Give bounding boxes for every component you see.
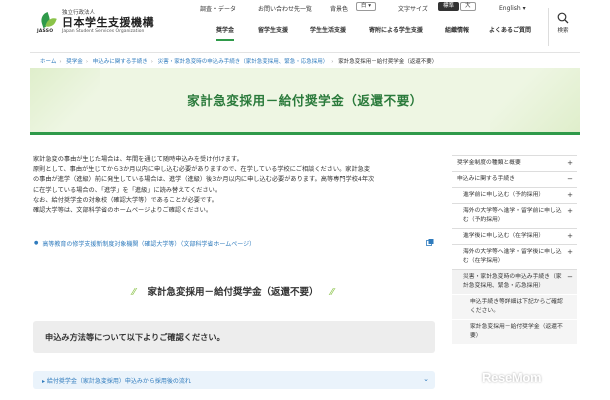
search-icon (557, 12, 569, 24)
nav-donation[interactable]: 寄附による学生支援 (369, 25, 423, 34)
main-content: 家計急変の事由が生じた場合は、年間を通じて随時申込みを受け付けます。 原則として… (33, 155, 433, 216)
nav-scholarship[interactable]: 奨学金 (216, 25, 235, 41)
text-size-label: 文字サイズ (398, 5, 428, 13)
global-nav: 奨学金 留学生支援 学生生活支援 寄附による学生支援 組織情報 よくあるご質問 (180, 25, 540, 41)
sidebar-item-overview[interactable]: 奨学金制度の種類と概要 + (452, 155, 577, 171)
breadcrumb-disaster[interactable]: 災害・家計急変時の申込み手続き（家計急変採用、緊急・応急採用） (158, 59, 329, 65)
org-name-en: Japan Student Services Organization (62, 29, 145, 34)
external-link-icon (426, 239, 434, 246)
section-heading: ⁄⁄ 家計急変採用－給付奨学金（返還不要） ⁄⁄ (132, 287, 334, 298)
slash-decoration-icon: ⁄⁄ (330, 287, 334, 298)
page-title-band: 家計急変採用－給付奨学金（返還不要） (30, 68, 580, 132)
breadcrumb-home[interactable]: ホーム (40, 59, 56, 65)
header-divider (548, 8, 549, 46)
breadcrumb: ホーム › 奨学金 › 申込みに関する手続き › 災害・家計急変時の申込み手続き（家計… (40, 59, 438, 65)
sidebar-item-enrolled[interactable]: 進学後に申し込む（在学採用） + (452, 228, 577, 244)
flow-accordion[interactable]: ▸ 給付奨学金（家計急変採用）申込みから採用後の流れ ⌄ (33, 371, 435, 389)
intro-text: 家計急変の事由が生じた場合は、年間を通じて随時申込みを受け付けます。 原則として… (33, 156, 375, 215)
nav-student-life[interactable]: 学生生活支援 (310, 25, 346, 34)
text-size-large-button[interactable]: 大 (460, 2, 476, 11)
collapse-icon[interactable]: − (567, 175, 573, 184)
chevron-down-icon: ⌄ (423, 375, 429, 383)
page-title: 家計急変採用－給付奨学金（返還不要） (187, 93, 423, 108)
text-size-standard-button[interactable]: 標準 (438, 2, 460, 11)
sidebar-item-reservation[interactable]: 進学前に申し込む（予約採用） + (452, 187, 577, 203)
sidebar-item-overseas-enrolled[interactable]: 海外の大学等へ進学・留学後に申し込む（在学採用） + (452, 244, 577, 269)
header-divider-line (30, 52, 580, 53)
nav-faq[interactable]: よくあるご質問 (489, 25, 531, 34)
expand-icon[interactable]: + (567, 191, 573, 200)
breadcrumb-scholarship[interactable]: 奨学金 (66, 59, 83, 65)
expand-icon[interactable]: + (567, 159, 573, 168)
watermark-logo: ReseMom (482, 370, 542, 385)
nav-intl-students[interactable]: 留学生支援 (258, 25, 288, 34)
sidebar-item-current[interactable]: 家計急変採用－給付奨学金（返還不要） (452, 319, 577, 344)
breadcrumb-current: 家計急変採用－給付奨学金（返還不要） (338, 59, 438, 65)
contact-list-link[interactable]: お問い合わせ先一覧 (258, 4, 312, 13)
title-underline (30, 132, 580, 135)
nav-organization[interactable]: 組織情報 (445, 25, 469, 34)
sidebar-item-details[interactable]: 申込手続き等詳細は下記からご確認ください。 (452, 294, 577, 319)
language-select[interactable]: English ▾ (499, 5, 526, 12)
notice-box: 申込み方法等について以下よりご確認ください。 (33, 321, 435, 353)
expand-icon[interactable]: + (567, 232, 573, 241)
site-logo[interactable]: JASSO 独立行政法人 日本学生支援機構 Japan Student Serv… (37, 10, 154, 35)
bg-color-label: 背景色 (330, 5, 349, 13)
slash-decoration-icon: ⁄⁄ (132, 287, 136, 298)
notice-text: 申込み方法等について以下よりご確認ください。 (45, 332, 225, 342)
search-button[interactable]: 検索 (552, 12, 574, 34)
breadcrumb-application[interactable]: 申込みに関する手続き (93, 59, 148, 65)
survey-link[interactable]: 調査・データ (200, 4, 236, 13)
bg-color-select[interactable]: 白 ▾ (356, 2, 377, 11)
sidebar-item-overseas-reservation[interactable]: 海外の大学等へ進学・留学前に申し込む（予約採用） + (452, 203, 577, 228)
expand-icon[interactable]: + (567, 207, 573, 216)
sidebar-nav: 奨学金制度の種類と概要 + 申込みに関する手続き − 進学前に申し込む（予約採用） +… (452, 155, 577, 344)
collapse-icon[interactable]: − (567, 273, 573, 282)
sidebar-item-disaster[interactable]: 災害・家計急変時の申込み手続き（家計急変採用、緊急・応急採用） − (452, 269, 577, 294)
mext-external-link[interactable]: ● 高等教育の修学支援新制度対象機関（確認大学等）（文部科学省ホームページ） (34, 236, 434, 250)
expand-icon[interactable]: + (567, 248, 573, 257)
org-name: 日本学生支援機構 (62, 16, 154, 29)
bullet-icon: ● (34, 240, 39, 246)
jasso-logo-icon: JASSO (37, 11, 57, 34)
sidebar-item-application[interactable]: 申込みに関する手続き − (452, 171, 577, 187)
